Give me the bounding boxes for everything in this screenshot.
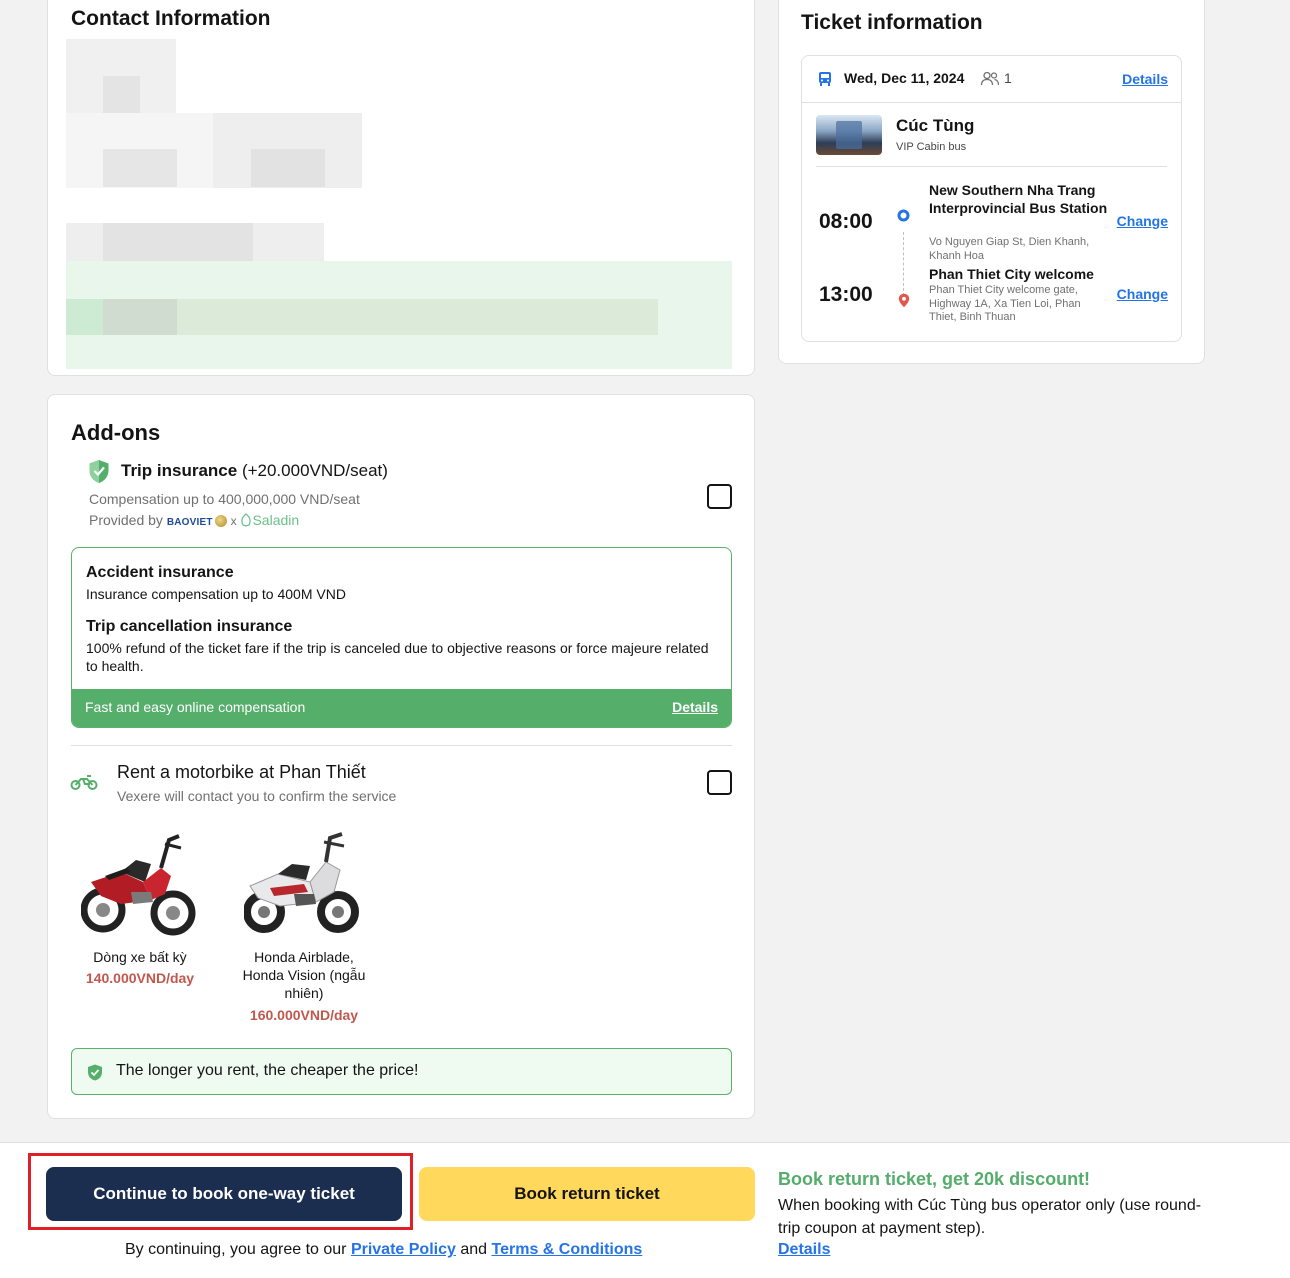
- insurance-details-box: Accident insurance Insurance compensatio…: [71, 547, 732, 728]
- departure-address: Vo Nguyen Giap St, Dien Khanh, Khanh Hoa: [929, 236, 1090, 262]
- agree-prefix: By continuing, you agree to our: [125, 1241, 347, 1258]
- agree-and: and: [460, 1241, 488, 1258]
- bus-type: VIP Cabin bus: [896, 141, 967, 153]
- departure-station: New Southern Nha Trang Interprovincial B…: [929, 182, 1108, 216]
- addons-card: Add-ons Trip insurance (+20.000VND/seat)…: [47, 394, 755, 1119]
- motorbike-image: [243, 830, 360, 947]
- ticket-title: Ticket information: [801, 11, 983, 34]
- addons-title: Add-ons: [71, 420, 161, 445]
- rental-promo-banner: The longer you rent, the cheaper the pri…: [71, 1048, 732, 1095]
- motorbike-rental-title: Rent a motorbike at Phan Thiết: [117, 762, 366, 782]
- motorbike-rental-checkbox[interactable]: [707, 770, 732, 795]
- bike-name: Honda Airblade, Honda Vision (ngẫu nhiên…: [242, 949, 366, 1001]
- contact-title: Contact Information: [71, 7, 271, 30]
- accident-insurance-text: Insurance compensation up to 400M VND: [86, 586, 346, 602]
- contact-information-card: Contact Information: [47, 0, 755, 376]
- operator-name: Cúc Tùng: [896, 116, 975, 135]
- trip-insurance-title: Trip insurance (+20.000VND/seat): [121, 461, 388, 481]
- arrival-time: 13:00: [819, 283, 873, 306]
- privacy-policy-link[interactable]: Private Policy: [351, 1241, 456, 1258]
- bike-price: 160.000VND/day: [249, 1007, 359, 1023]
- passenger-count: 1: [1004, 70, 1012, 86]
- bike-price: 140.000VND/day: [85, 970, 195, 986]
- cancellation-insurance-title: Trip cancellation insurance: [86, 618, 293, 635]
- check-shield-icon: [87, 1064, 103, 1086]
- trip-insurance-checkbox[interactable]: [707, 484, 732, 509]
- divider: [71, 745, 732, 746]
- baoviet-emblem-icon: [214, 515, 227, 527]
- divider: [816, 166, 1167, 167]
- leaf-icon: [240, 512, 252, 528]
- ticket-header: Wed, Dec 11, 2024 1 Details: [802, 56, 1181, 103]
- bottom-action-bar: Continue to book one-way ticket Book ret…: [0, 1142, 1290, 1278]
- departure-time: 08:00: [819, 210, 873, 233]
- arrival-address: Phan Thiet City welcome gate, Highway 1A…: [929, 284, 1081, 323]
- insurance-footer: Fast and easy online compensation Detail…: [72, 689, 731, 727]
- provided-by-label: Provided by: [89, 512, 163, 528]
- return-promo-text: When booking with Cúc Tùng bus operator …: [778, 1197, 1202, 1237]
- destination-pin-icon: [898, 293, 910, 313]
- brand-separator: x: [230, 514, 237, 528]
- route-line: [903, 232, 904, 296]
- motorbike-image: [80, 830, 197, 947]
- cancellation-insurance-text: 100% refund of the ticket fare if the tr…: [86, 640, 709, 674]
- trip-insurance-name: Trip insurance: [121, 461, 238, 480]
- motorbike-rental-subtitle: Vexere will contact you to confirm the s…: [117, 788, 397, 804]
- saladin-logo: Saladin: [252, 512, 300, 528]
- origin-dot-icon: [897, 209, 910, 227]
- accident-insurance-title: Accident insurance: [86, 564, 234, 581]
- arrival-station: Phan Thiet City welcome: [929, 266, 1094, 282]
- passengers-icon: [980, 71, 1000, 91]
- terms-agreement: By continuing, you agree to our Private …: [125, 1241, 642, 1259]
- ticket-summary-box: Wed, Dec 11, 2024 1 Details Cúc Tùng VIP…: [801, 55, 1182, 342]
- bus-photo: [816, 115, 882, 155]
- terms-conditions-link[interactable]: Terms & Conditions: [492, 1241, 643, 1258]
- insurance-details-link[interactable]: Details: [672, 699, 718, 715]
- continue-one-way-button[interactable]: Continue to book one-way ticket: [46, 1167, 402, 1221]
- return-promo-details-link[interactable]: Details: [778, 1241, 830, 1259]
- trip-date: Wed, Dec 11, 2024: [844, 70, 965, 86]
- insurance-provider: Provided by BAOVIET x Saladin: [89, 512, 299, 528]
- baoviet-logo: BAOVIET: [166, 517, 213, 528]
- ticket-details-link[interactable]: Details: [1122, 71, 1168, 87]
- return-promo-title: Book return ticket, get 20k discount!: [778, 1169, 1091, 1189]
- insurance-compensation: Compensation up to 400,000,000 VND/seat: [89, 491, 360, 507]
- trip-insurance-price: (+20.000VND/seat): [241, 461, 388, 480]
- change-departure-link[interactable]: Change: [1117, 213, 1168, 229]
- book-return-button[interactable]: Book return ticket: [419, 1167, 755, 1221]
- bus-icon: [818, 71, 832, 92]
- insurance-footer-text: Fast and easy online compensation: [85, 699, 306, 715]
- change-arrival-link[interactable]: Change: [1117, 286, 1168, 302]
- ticket-information-card: Ticket information Wed, Dec 11, 2024 1 D…: [778, 0, 1205, 364]
- motorbike-icon: [70, 773, 98, 796]
- bike-name: Dòng xe bất kỳ: [93, 949, 187, 965]
- rental-promo-text: The longer you rent, the cheaper the pri…: [116, 1062, 419, 1079]
- shield-icon: [88, 459, 110, 489]
